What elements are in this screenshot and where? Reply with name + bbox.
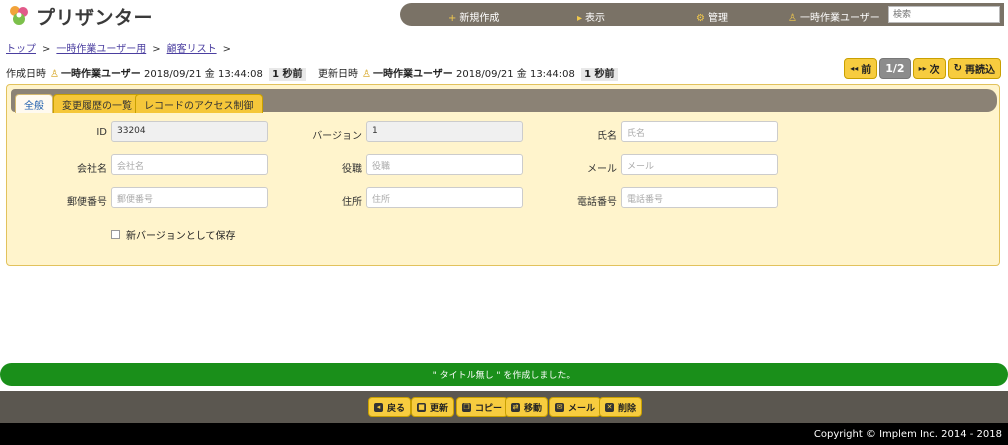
version-label: バージョン [312, 131, 362, 142]
mail-label: メール [587, 164, 617, 175]
back-button[interactable]: ◂ 戻る [368, 397, 412, 417]
mail-field[interactable]: メール [621, 154, 778, 175]
copyright-text: Copyright © Implem Inc. 2014 - 2018 [813, 428, 1002, 440]
page-indicator: 1/2 [879, 58, 911, 79]
mail-icon: ✉ [555, 402, 564, 412]
trash-icon: ✕ [605, 402, 614, 412]
save-icon: ■ [417, 402, 426, 412]
address-label: 住所 [342, 197, 362, 208]
next-icon: ▸▸ [918, 64, 927, 73]
version-field: 1 [366, 121, 523, 142]
nav-view[interactable]: ▸ 表示 [577, 9, 605, 24]
tab-bar: 全般 変更履歴の一覧 レコードのアクセス制御 [11, 89, 997, 113]
next-button[interactable]: ▸▸ 次 [912, 58, 946, 79]
id-field: 33204 [111, 121, 268, 142]
prev-icon: ◂◂ [850, 64, 859, 73]
plus-icon: + [448, 13, 457, 24]
nav-new[interactable]: + 新規作成 [448, 9, 499, 24]
gear-icon: ⚙ [696, 13, 705, 24]
app-title: プリザンター [36, 6, 154, 29]
caret-right-icon: ▸ [577, 13, 583, 24]
save-as-new-version-checkbox[interactable]: 新バージョンとして保存 [111, 227, 236, 242]
checkbox-box[interactable] [111, 230, 120, 239]
editor-panel: 全般 変更履歴の一覧 レコードのアクセス制御 ID 33204 バージョン 1 … [6, 84, 1000, 266]
move-button[interactable]: ⇄ 移動 [505, 397, 549, 417]
user-icon: ♙ [50, 69, 59, 80]
breadcrumb-table[interactable]: 顧客リスト [167, 44, 217, 55]
copy-button[interactable]: ❐ コピー [456, 397, 509, 417]
zip-label: 郵便番号 [67, 197, 107, 208]
move-icon: ⇄ [511, 402, 520, 412]
record-pager: ◂◂ 前 1/2 ▸▸ 次 ↻ 再読込 [844, 58, 1001, 79]
user-icon: ♙ [362, 69, 371, 80]
updated-ago-badge: 1 秒前 [581, 68, 618, 81]
search-input[interactable] [888, 6, 1000, 23]
title-field[interactable]: 役職 [366, 154, 523, 175]
tab-general[interactable]: 全般 [15, 94, 53, 113]
reload-icon: ↻ [953, 63, 962, 74]
title-label: 役職 [342, 164, 362, 175]
name-label: 氏名 [597, 131, 617, 142]
copy-icon: ❐ [462, 402, 471, 412]
logo-icon [6, 3, 32, 29]
tab-access-control[interactable]: レコードのアクセス制御 [135, 94, 263, 113]
mail-button[interactable]: ✉ メール [549, 397, 602, 417]
breadcrumb: トップ > 一時作業ユーザー用 > 顧客リスト > [6, 44, 231, 55]
nav-user[interactable]: ♙ 一時作業ユーザー [788, 9, 880, 24]
user-icon: ♙ [788, 13, 797, 24]
tab-history[interactable]: 変更履歴の一覧 [53, 94, 141, 113]
update-button[interactable]: ■ 更新 [411, 397, 455, 417]
nav-admin[interactable]: ⚙ 管理 [696, 9, 728, 24]
breadcrumb-site[interactable]: 一時作業ユーザー用 [56, 44, 146, 55]
id-label: ID [96, 127, 107, 138]
breadcrumb-top[interactable]: トップ [6, 44, 36, 55]
name-field[interactable]: 氏名 [621, 121, 778, 142]
address-field[interactable]: 住所 [366, 187, 523, 208]
created-info: 作成日時 ♙ 一時作業ユーザー 2018/09/21 金 13:44:08 1 秒前 [6, 65, 306, 81]
top-navbar: + 新規作成 ▸ 表示 ⚙ 管理 ♙ 一時作業ユーザー [400, 3, 1004, 26]
created-ago-badge: 1 秒前 [269, 68, 306, 81]
success-message: " タイトル無し " を作成しました。 [0, 363, 1008, 386]
zip-field[interactable]: 郵便番号 [111, 187, 268, 208]
footer: Copyright © Implem Inc. 2014 - 2018 [0, 423, 1008, 445]
reload-button[interactable]: ↻ 再読込 [947, 58, 1001, 79]
company-field[interactable]: 会社名 [111, 154, 268, 175]
updated-info: 更新日時 ♙ 一時作業ユーザー 2018/09/21 金 13:44:08 1 秒前 [318, 65, 618, 81]
prev-button[interactable]: ◂◂ 前 [844, 58, 878, 79]
phone-label: 電話番号 [577, 197, 617, 208]
action-bar: ◂ 戻る ■ 更新 ❐ コピー ⇄ 移動 ✉ メール ✕ 削除 [0, 391, 1008, 423]
back-icon: ◂ [374, 402, 383, 412]
delete-button[interactable]: ✕ 削除 [599, 397, 643, 417]
app-logo[interactable]: プリザンター [6, 3, 153, 29]
phone-field[interactable]: 電話番号 [621, 187, 778, 208]
company-label: 会社名 [77, 164, 107, 175]
